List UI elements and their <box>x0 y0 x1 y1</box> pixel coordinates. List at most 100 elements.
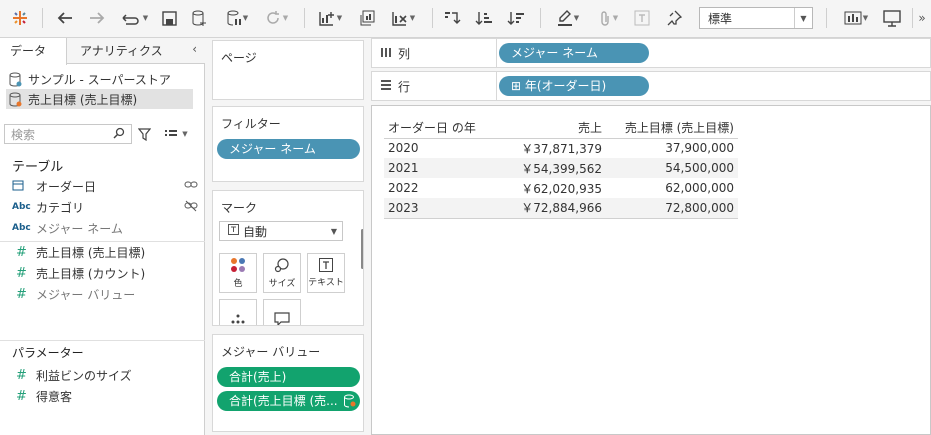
field-order-date[interactable]: オーダー日 <box>12 176 202 196</box>
row-sales[interactable]: ￥54,399,562 <box>484 158 606 178</box>
columns-icon <box>380 46 392 61</box>
measure-values-card[interactable]: メジャー バリュー 合計(売上) 合計(売上目標 (売... <box>212 334 364 432</box>
size-circles-icon <box>274 258 289 273</box>
show-mark-labels-icon[interactable] <box>630 6 654 30</box>
table-row: 2022 ￥62,020,935 62,000,000 <box>384 178 738 198</box>
mark-type-select[interactable]: 自動 ▼ <box>219 221 343 241</box>
measure-value-pill-sum-target[interactable]: 合計(売上目標 (売... <box>217 391 360 411</box>
columns-shelf-label: 列 <box>380 45 410 62</box>
highlight-icon[interactable]: ▼ <box>550 6 586 30</box>
field-sales-target-count[interactable]: # 売上目標 (カウント) <box>12 263 202 283</box>
tooltip-mark-button[interactable] <box>263 299 301 325</box>
row-year[interactable]: 2023 <box>384 198 484 219</box>
sort-ascending-icon[interactable] <box>472 6 496 30</box>
search-icon[interactable] <box>113 127 131 142</box>
tab-analytics[interactable]: アナリティクス <box>80 38 180 64</box>
row-target[interactable]: 37,900,000 <box>606 138 738 158</box>
header-sales-target[interactable]: 売上目標 (売上目標) <box>606 118 738 139</box>
marks-card: マーク 自動 ▼ 色 サイズ テキスト <box>212 190 364 326</box>
header-order-year[interactable]: オーダー日 の年 <box>384 118 484 139</box>
row-sales[interactable]: ￥72,884,966 <box>484 198 606 219</box>
broken-link-icon <box>184 200 198 215</box>
field-measure-names[interactable]: Abc メジャー ネーム <box>12 218 202 238</box>
worksheet-view[interactable]: オーダー日 の年 売上 売上目標 (売上目標) 2020 ￥37,871,379… <box>371 105 931 435</box>
row-target[interactable]: 62,000,000 <box>606 178 738 198</box>
replay-animation-icon[interactable]: ▼ <box>116 6 152 30</box>
duplicate-sheet-icon[interactable] <box>354 6 378 30</box>
filters-card[interactable]: フィルター メジャー ネーム <box>212 106 364 182</box>
row-target[interactable]: 54,500,000 <box>606 158 738 178</box>
parameter-type-icon: # <box>16 388 27 404</box>
field-label: メジャー ネーム <box>36 221 123 236</box>
undo-icon[interactable] <box>52 6 78 30</box>
pause-updates-icon[interactable]: ▼ <box>220 6 254 30</box>
table-row: 2020 ￥37,871,379 37,900,000 <box>384 138 738 158</box>
header-sales[interactable]: 売上 <box>484 118 606 139</box>
size-mark-button[interactable]: サイズ <box>263 253 301 293</box>
sort-descending-icon[interactable] <box>504 6 528 30</box>
fit-select[interactable]: 標準 ▼ <box>699 7 813 29</box>
row-year[interactable]: 2021 <box>384 158 484 178</box>
parameter-top-customers[interactable]: # 得意客 <box>12 386 202 406</box>
collapse-pane-icon[interactable]: ‹ <box>192 42 197 56</box>
search-placeholder: 検索 <box>11 127 36 142</box>
measure-values-title: メジャー バリュー <box>221 345 321 359</box>
tables-title: テーブル <box>12 160 64 175</box>
datasource-superstore[interactable]: サンプル - スーパーストア <box>6 69 193 89</box>
toolbar-divider <box>432 8 433 28</box>
chevron-down-icon[interactable]: ▼ <box>794 8 812 28</box>
field-sales-target[interactable]: # 売上目標 (売上目標) <box>12 242 202 262</box>
size-label: サイズ <box>268 279 296 289</box>
pill-label: 合計(売上目標 (売... <box>229 394 338 408</box>
chevron-down-icon[interactable]: ▼ <box>326 227 342 236</box>
datasource-sales-target[interactable]: 売上目標 (売上目標) <box>6 89 193 109</box>
filter-icon[interactable] <box>135 124 153 144</box>
field-measure-values[interactable]: # メジャー バリュー <box>12 284 202 304</box>
save-icon[interactable] <box>158 6 180 30</box>
view-list-icon[interactable]: ▼ <box>158 124 194 144</box>
toolbar-divider <box>826 8 827 28</box>
parameter-profit-bin-size[interactable]: # 利益ビンのサイズ <box>12 365 202 385</box>
field-label: オーダー日 <box>36 179 97 194</box>
new-worksheet-icon[interactable]: ▼ <box>312 6 348 30</box>
row-year[interactable]: 2020 <box>384 138 484 158</box>
pin-axes-icon[interactable] <box>662 6 686 30</box>
shelf-divider <box>496 39 497 67</box>
tableau-logo-icon[interactable] <box>8 6 32 30</box>
refresh-icon[interactable]: ▼ <box>258 6 294 30</box>
row-target[interactable]: 72,800,000 <box>606 198 738 219</box>
tooltip-bubble-icon <box>274 312 290 325</box>
rows-shelf[interactable]: 行 ⊞ 年(オーダー日) <box>371 71 931 101</box>
filters-title: フィルター <box>221 117 281 131</box>
parameters-title: パラメーター <box>12 346 84 360</box>
measure-type-icon: # <box>16 286 27 302</box>
field-category[interactable]: Abc カテゴリ <box>12 197 202 217</box>
search-field[interactable]: 検索 <box>4 124 132 144</box>
new-datasource-icon[interactable] <box>188 6 210 30</box>
clear-sheet-icon[interactable]: ▼ <box>384 6 422 30</box>
show-cards-icon[interactable]: ▼ <box>838 6 874 30</box>
tab-data[interactable]: データ <box>0 38 67 65</box>
measure-value-pill-sum-sales[interactable]: 合計(売上) <box>217 367 360 387</box>
rows-label: 行 <box>398 80 411 94</box>
toolbar: ▼ ▼ ▼ ▼ ▼ ▼ ▼ 標準 ▼ ▼ » <box>0 0 931 38</box>
marks-scrollbar[interactable] <box>361 229 363 269</box>
text-mark-button[interactable]: テキスト <box>307 253 345 293</box>
row-sales[interactable]: ￥62,020,935 <box>484 178 606 198</box>
pages-card[interactable]: ページ <box>212 40 364 100</box>
columns-pill-measure-names[interactable]: メジャー ネーム <box>499 43 649 63</box>
row-year[interactable]: 2022 <box>384 178 484 198</box>
columns-shelf[interactable]: 列 メジャー ネーム <box>371 38 931 68</box>
shelf-divider <box>496 72 497 100</box>
overflow-chevron-icon[interactable]: » <box>914 6 930 30</box>
parameter-type-icon: # <box>16 367 27 383</box>
presentation-mode-icon[interactable] <box>880 6 904 30</box>
redo-icon[interactable] <box>84 6 110 30</box>
detail-mark-button[interactable] <box>219 299 257 325</box>
filter-pill-measure-names[interactable]: メジャー ネーム <box>217 139 360 159</box>
rows-pill-year-order-date[interactable]: ⊞ 年(オーダー日) <box>499 76 649 96</box>
color-mark-button[interactable]: 色 <box>219 253 257 293</box>
swap-rows-columns-icon[interactable] <box>440 6 464 30</box>
group-members-icon[interactable]: ▼ <box>590 6 626 30</box>
row-sales[interactable]: ￥37,871,379 <box>484 138 606 158</box>
